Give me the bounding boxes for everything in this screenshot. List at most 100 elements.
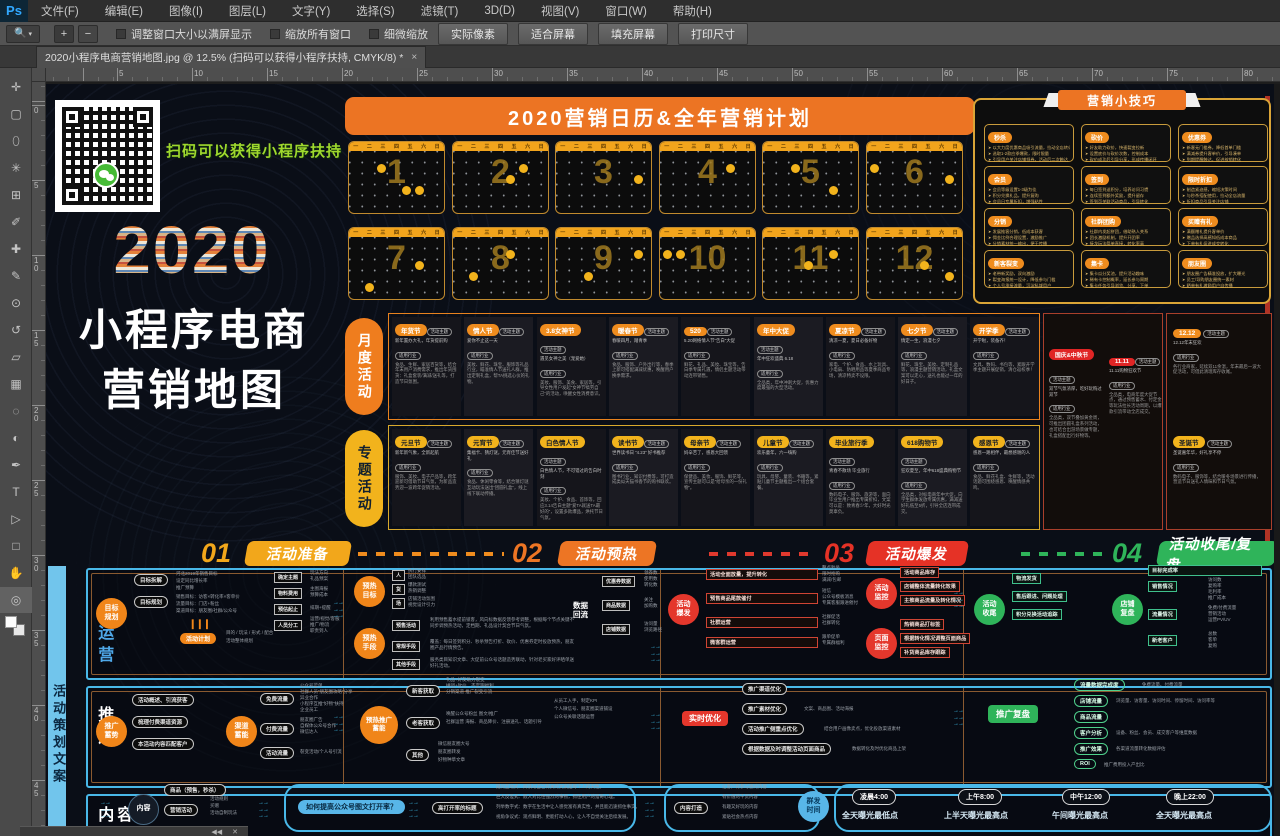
menu-item-4[interactable]: 文字(Y) bbox=[279, 0, 343, 22]
zoom-out-button[interactable]: − bbox=[78, 25, 98, 43]
mindmap-tt: 买赠 bbox=[210, 803, 219, 809]
option-button-3[interactable]: 打印尺寸 bbox=[678, 23, 748, 45]
mindmap-pg: 推广效果 bbox=[1074, 743, 1108, 755]
activity-card: 年中大促活动主题年中狂欢盛典 6.18适用行业全品类，年中冲刺大促，优惠力度最强… bbox=[754, 317, 823, 416]
calendar-weekdays: 一二三四五六日 bbox=[556, 142, 651, 151]
stamp-tool[interactable]: ⊙ bbox=[0, 290, 32, 316]
move-tool[interactable]: ✛ bbox=[0, 74, 32, 100]
menu-item-0[interactable]: 文件(F) bbox=[28, 0, 92, 22]
mindmap-tt: 免费流量、付费流量 bbox=[1142, 682, 1183, 688]
menu-item-7[interactable]: 3D(D) bbox=[471, 0, 528, 22]
mindmap-tt: 紧贴社会热点内容 bbox=[722, 814, 758, 820]
tab-close-icon[interactable]: × bbox=[411, 52, 417, 63]
mindmap-ar: →→ →→ →→ bbox=[953, 590, 963, 610]
crop-tool[interactable]: ⊞ bbox=[0, 182, 32, 208]
calendar-month-7: 一二三四五六日7 bbox=[348, 227, 445, 300]
right-item-title: 圣诞节 bbox=[1173, 436, 1205, 448]
activity-card-title: 读书节 bbox=[612, 436, 644, 448]
mindmap-pw: 新客获取 bbox=[406, 685, 440, 697]
close-icon[interactable]: ✕ bbox=[232, 828, 238, 836]
calendar-month-5: 一二三四五六日5 bbox=[762, 141, 859, 214]
brush-tool[interactable]: ✎ bbox=[0, 263, 32, 289]
option-button-0[interactable]: 实际像素 bbox=[438, 23, 508, 45]
eraser-tool[interactable]: ▱ bbox=[0, 344, 32, 370]
calendar-highlight-date bbox=[365, 283, 374, 292]
option-checkbox-0[interactable]: 调整窗口大小以满屏显示 bbox=[116, 26, 252, 42]
healing-tool[interactable]: ✚ bbox=[0, 236, 32, 262]
mindmap-tt: 唤醒公众号粉丝 图文/推广 bbox=[446, 711, 498, 717]
tip-card-label: 限时折扣 bbox=[1182, 174, 1218, 185]
activity-industry: 数码电子、服饰、旅游等，面向毕业生用户推出专属折扣，文案可以是：致青春少年，大好… bbox=[829, 492, 892, 515]
mindmap-pc: 如何提高公众号图文打开率？ bbox=[298, 800, 405, 814]
tip-card-line: ➤ 个人号承接流量，沉淀私域用户 bbox=[988, 283, 1070, 289]
zoom-tool[interactable]: ◎ bbox=[0, 587, 32, 613]
mindmap-tt: 社群转化 bbox=[822, 620, 840, 626]
mindmap-bxr: 补货商品库存跟踪 bbox=[900, 647, 950, 658]
band-divider bbox=[963, 688, 964, 786]
theme-tag: 活动主题 bbox=[933, 328, 959, 336]
menu-item-1[interactable]: 编辑(E) bbox=[92, 0, 156, 22]
ruler-number: 70 bbox=[1094, 69, 1103, 78]
lasso-tool[interactable]: ⬯ bbox=[0, 128, 32, 154]
mindmap-lb: 数据 回流 bbox=[573, 601, 588, 619]
phase-banner-02: 活动预热 bbox=[557, 541, 657, 566]
mindmap-tlb: 午间曝光最高点 bbox=[1052, 810, 1108, 821]
poster-title-line2: 营销地图 bbox=[46, 356, 342, 418]
path-select-tool[interactable]: ▷ bbox=[0, 506, 32, 532]
hand-tool[interactable]: ✋ bbox=[0, 560, 32, 586]
foreground-color-swatch[interactable] bbox=[5, 616, 17, 628]
dodge-tool[interactable]: ◐ bbox=[0, 425, 32, 451]
tip-card-4: 签到➤ 每日签到送积分，培养访问习惯➤ 连续签到额外奖励，提升留存➤ 签到页关联… bbox=[1081, 166, 1171, 204]
option-button-1[interactable]: 适合屏幕 bbox=[518, 23, 588, 45]
calendar-month-8: 一二三四五六日8 bbox=[452, 227, 549, 300]
zoom-tool-icon[interactable]: 🔍▾ bbox=[6, 25, 40, 43]
calendar-weekdays: 一二三四五六日 bbox=[453, 142, 548, 151]
mindmap-bxw: 货 bbox=[392, 584, 405, 595]
option-checkbox-2[interactable]: 细微缩放 bbox=[369, 26, 428, 42]
menu-item-5[interactable]: 选择(S) bbox=[343, 0, 407, 22]
menu-item-6[interactable]: 滤镜(T) bbox=[408, 0, 472, 22]
quick-select-tool[interactable]: ✳ bbox=[0, 155, 32, 181]
menu-item-8[interactable]: 视图(V) bbox=[528, 0, 592, 22]
tip-card-label: 新客裂变 bbox=[988, 258, 1024, 269]
theme-tag: 活动主题 bbox=[1135, 358, 1161, 366]
shape-tool[interactable]: □ bbox=[0, 533, 32, 559]
tip-card-label: 签到 bbox=[1085, 174, 1109, 185]
industry-tag: 适用行业 bbox=[467, 469, 493, 477]
marquee-tool[interactable]: ▢ bbox=[0, 101, 32, 127]
menu-item-9[interactable]: 窗口(W) bbox=[592, 0, 660, 22]
gradient-tool[interactable]: ▦ bbox=[0, 371, 32, 397]
menu-item-2[interactable]: 图像(I) bbox=[156, 0, 216, 22]
activity-theme: 集福卡、猜灯谜，元宵佳节送好礼 bbox=[467, 450, 530, 461]
mindmap-tt: 转化数 bbox=[644, 582, 658, 588]
collapse-icon[interactable]: ◀◀ bbox=[211, 828, 222, 836]
option-checkbox-1[interactable]: 缩放所有窗口 bbox=[270, 26, 351, 42]
option-button-2[interactable]: 填充屏幕 bbox=[598, 23, 668, 45]
theme-tag: 活动主题 bbox=[1049, 376, 1075, 384]
activity-card: 元宵节活动主题集福卡、猜灯谜，元宵佳节送好礼适用行业食品、休闲零食等，结合猜灯谜… bbox=[464, 429, 533, 526]
right-item-industry: 各行业商家，延续双11余温，年末最后一波大促活动，可借此清理库存收尾。 bbox=[1173, 364, 1265, 375]
type-tool[interactable]: T bbox=[0, 479, 32, 505]
mindmap-tt: 结合用户画像卖点，优化投放渠道素材 bbox=[824, 726, 901, 732]
menu-item-3[interactable]: 图层(L) bbox=[216, 0, 279, 22]
activity-industry: 鲜花、礼品、美妆、珠宝等，告白季专属礼遇，情侣主题活动带动连带销售。 bbox=[684, 362, 747, 379]
menu-item-10[interactable]: 帮助(H) bbox=[660, 0, 725, 22]
eyedropper-tool[interactable]: ✐ bbox=[0, 209, 32, 235]
mindmap-tt: 朋友圈转发 bbox=[438, 749, 461, 755]
pen-tool[interactable]: ✒ bbox=[0, 452, 32, 478]
mindmap-tt: 专属客服跟进催付 bbox=[822, 600, 858, 606]
activity-card-title: 母亲节 bbox=[684, 436, 716, 448]
calendar-month-number: 11 bbox=[763, 239, 858, 278]
band-divider bbox=[660, 570, 661, 678]
tip-card-line: ➤ 到期提醒触达，促进核销转化 bbox=[1182, 157, 1264, 163]
zoom-in-button[interactable]: + bbox=[54, 25, 74, 43]
document-tab[interactable]: 2020小程序电商营销地图.jpg @ 12.5% (扫码可以获得小程序扶持, … bbox=[36, 46, 426, 68]
mindmap-tt: 社群运营 海报、商品降价、注册送礼、话题引导 bbox=[446, 719, 542, 725]
blur-tool[interactable]: ◌ bbox=[0, 398, 32, 424]
ruler-number: 5 bbox=[34, 182, 38, 190]
document-canvas[interactable]: 扫码可以获得小程序扶持 2020 小程序电商 营销地图 2020营销日历&全年营… bbox=[46, 84, 1280, 836]
activity-theme: 青春不散场 毕业旅行 bbox=[829, 468, 892, 474]
history-brush-tool[interactable]: ↺ bbox=[0, 317, 32, 343]
ruler-number: 4 5 bbox=[34, 782, 38, 798]
phase-banner-04: 活动收尾/复盘 bbox=[1156, 541, 1278, 566]
